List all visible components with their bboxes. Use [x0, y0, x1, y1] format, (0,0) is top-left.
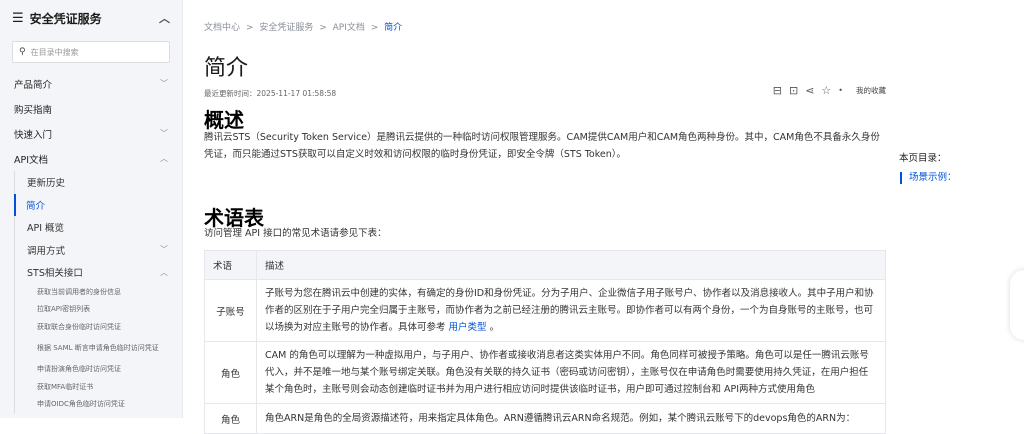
my-favorites-link[interactable]: 我的收藏 [856, 85, 886, 96]
chevron-down-icon: ﹀ [160, 79, 168, 88]
chevron-down-icon: ﹀ [160, 245, 168, 255]
sidebar-item-assume-role[interactable]: 申请扮演角色临时访问凭证 [15, 361, 182, 379]
sidebar-item-assume-role-oidc[interactable]: 申请OIDC角色临时访问凭证 [15, 396, 182, 414]
breadcrumb-item[interactable]: 安全凭证服务 [259, 23, 313, 33]
table-row: 子账号 子账号为您在腾讯云中创建的实体，有确定的身份ID和身份凭证。分为子用户、… [204, 279, 886, 342]
chevron-up-icon: ︿ [160, 154, 168, 163]
sidebar-item-label: 申请扮演角色临时访问凭证 [37, 365, 121, 374]
api-docs-subnav: 更新历史 简介 API 概览 调用方式 ﹀ STS相关接口 ︿ 获取当前调用者的… [14, 171, 182, 414]
breadcrumb-separator: > [370, 23, 379, 33]
sidebar-item-api-docs[interactable]: API文档 ︿ [0, 146, 182, 171]
user-types-link[interactable]: 用户类型 [449, 322, 487, 333]
toc-item-scenario-examples[interactable]: 场景示例： [900, 172, 957, 184]
sidebar-item-label: API文档 [14, 154, 49, 166]
share-icon[interactable]: ⋖ [805, 84, 814, 97]
column-header: 描述 [256, 250, 886, 280]
term-cell: 角色 [204, 341, 257, 404]
breadcrumb: 文档中心 > 安全凭证服务 > API文档 > 简介 [204, 20, 402, 33]
breadcrumb-item[interactable]: 文档中心 [204, 23, 240, 33]
sidebar-item-mfa-token[interactable]: 获取MFA临时证书 [15, 379, 182, 397]
column-header: 术语 [204, 250, 257, 280]
chevron-down-icon: ﹀ [160, 129, 168, 138]
breadcrumb-item[interactable]: API文档 [333, 23, 365, 33]
table-header-row: 术语 描述 [204, 250, 886, 280]
sidebar-item-label: 拉取API密钥列表 [37, 305, 91, 314]
breadcrumb-separator: > [245, 23, 254, 33]
term-cell: 子账号 [204, 279, 257, 342]
search-input[interactable]: ⚲ 在目录中搜索 [12, 41, 170, 63]
toc-title: 本页目录： [899, 153, 947, 164]
description-suffix: 。 [486, 322, 500, 333]
terms-intro: 访问管理 API 接口的常见术语请参见下表： [204, 228, 387, 239]
search-icon: ⚲ [19, 47, 26, 57]
sidebar-item-changelog[interactable]: 更新历史 [15, 171, 182, 194]
description-text: 子账号为您在腾讯云中创建的实体，有确定的身份ID和身份凭证。分为子用户、企业微信… [265, 288, 874, 333]
sidebar-item-label: 更新历史 [27, 178, 66, 190]
download-icon[interactable]: ⊡ [789, 84, 798, 97]
sidebar: ☰ 安全凭证服务 ︿ ⚲ 在目录中搜索 产品简介 ﹀ 购买指南 快速入门 ﹀ A… [0, 0, 183, 418]
sidebar-item-label: STS相关接口 [27, 268, 83, 280]
sidebar-item-purchase-guide[interactable]: 购买指南 [0, 96, 182, 121]
sidebar-item-label: 获取联合身份临时访问凭证 [37, 322, 121, 331]
sidebar-item-list-access-keys[interactable]: 拉取API密钥列表 [15, 301, 182, 319]
description-cell: 角色ARN是角色的全局资源描述符，用来指定具体角色。ARN遵循腾讯云ARN命名规… [256, 403, 886, 434]
sidebar-item-intro[interactable]: 简介 [14, 193, 182, 216]
sidebar-item-label: 产品简介 [14, 79, 53, 91]
star-icon[interactable]: ☆ [821, 84, 831, 97]
sidebar-item-quick-start[interactable]: 快速入门 ﹀ [0, 121, 182, 146]
print-icon[interactable]: ⊟ [773, 84, 782, 97]
page-title: 简介 [204, 56, 249, 81]
breadcrumb-separator: > [319, 23, 327, 33]
sidebar-header: ☰ 安全凭证服务 ︿ [0, 0, 182, 36]
more-icon[interactable]: • [838, 86, 843, 95]
sidebar-item-label: 调用方式 [27, 245, 66, 257]
description-cell: CAM 的角色可以理解为一种虚拟用户，与子用户、协作者或接收消息者这类实体用户不… [256, 341, 886, 404]
description-cell: 子账号为您在腾讯云中创建的实体，有确定的身份ID和身份凭证。分为子用户、企业微信… [256, 279, 886, 342]
sidebar-nav: 产品简介 ﹀ 购买指南 快速入门 ﹀ API文档 ︿ 更新历史 简介 API 概… [0, 71, 182, 414]
sidebar-item-label: 获取MFA临时证书 [37, 382, 94, 391]
floating-side-panel[interactable] [1010, 270, 1024, 340]
sidebar-item-assume-role-saml[interactable]: 根据 SAML 断言申请角色临时访问凭证 [15, 336, 182, 361]
sidebar-item-label: 根据 SAML 断言申请角色临时访问凭证 [37, 344, 159, 352]
last-updated: 最近更新时间：2025-11-17 01:58:58 [204, 89, 337, 98]
sidebar-item-label: 快速入门 [14, 129, 53, 141]
table-row: 角色 角色ARN是角色的全局资源描述符，用来指定具体角色。ARN遵循腾讯云ARN… [204, 403, 886, 434]
sidebar-item-sts-apis[interactable]: STS相关接口 ︿ [15, 261, 182, 284]
sidebar-title: 安全凭证服务 [29, 11, 102, 26]
chevron-up-icon[interactable]: ︿ [159, 10, 170, 26]
overview-text: 腾讯云STS（Security Token Service）是腾讯云提供的一种临… [204, 132, 880, 160]
search-placeholder: 在目录中搜索 [30, 47, 79, 57]
sidebar-item-calling-method[interactable]: 调用方式 ﹀ [15, 239, 182, 262]
sidebar-item-get-federation-token[interactable]: 获取联合身份临时访问凭证 [15, 319, 182, 337]
sidebar-item-label: 购买指南 [14, 104, 53, 116]
sidebar-item-label: 简介 [26, 200, 46, 212]
chevron-up-icon: ︿ [160, 267, 168, 277]
sidebar-item-label: 申请OIDC角色临时访问凭证 [37, 400, 125, 409]
sidebar-item-api-overview[interactable]: API 概览 [15, 216, 182, 239]
term-cell: 角色 [204, 403, 257, 434]
sidebar-item-label: API 概览 [27, 223, 65, 235]
sidebar-item-label: 获取当前调用者的身份信息 [37, 287, 121, 296]
doc-toolbar: ⊟ ⊡ ⋖ ☆ • 我的收藏 [773, 84, 886, 97]
menu-icon[interactable]: ☰ [12, 11, 24, 26]
sidebar-item-get-caller-identity[interactable]: 获取当前调用者的身份信息 [15, 284, 182, 302]
sidebar-item-product-intro[interactable]: 产品简介 ﹀ [0, 71, 182, 96]
terms-table: 术语 描述 子账号 子账号为您在腾讯云中创建的实体，有确定的身份ID和身份凭证。… [204, 250, 886, 434]
breadcrumb-current: 简介 [384, 23, 403, 33]
table-row: 角色 CAM 的角色可以理解为一种虚拟用户，与子用户、协作者或接收消息者这类实体… [204, 341, 886, 404]
